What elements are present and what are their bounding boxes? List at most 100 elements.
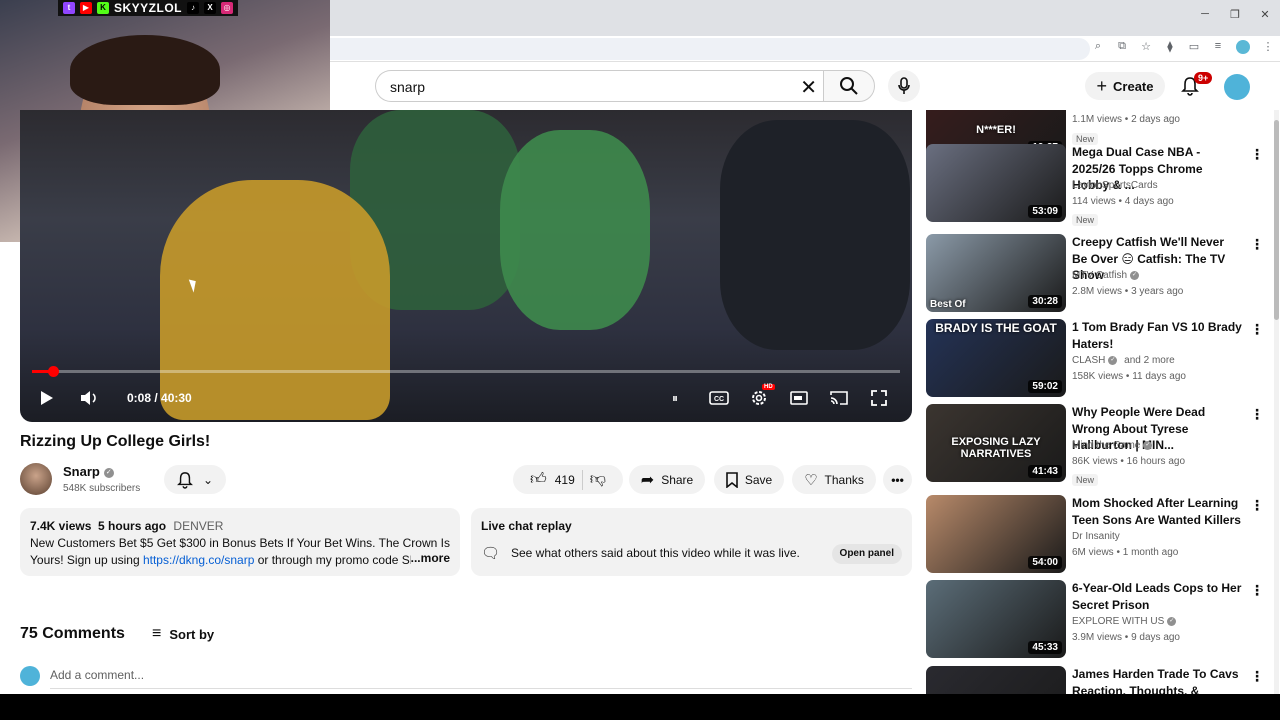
browser-profile-avatar[interactable] <box>1236 40 1250 54</box>
recommendation-title[interactable]: Mom Shocked After Learning Teen Sons Are… <box>1072 495 1242 528</box>
close-window-icon[interactable]: ✕ <box>1250 8 1280 21</box>
channel-avatar[interactable] <box>20 463 52 495</box>
live-chat-heading: Live chat replay <box>481 519 572 533</box>
play-button[interactable] <box>36 386 58 410</box>
location-tag[interactable]: DENVER <box>173 519 223 533</box>
restore-icon[interactable]: ❐ <box>1220 8 1250 21</box>
recommendation-title[interactable]: 1 Tom Brady Fan VS 10 Brady Haters! <box>1072 319 1242 352</box>
dislike-button[interactable]: 👎︎ <box>590 470 606 489</box>
thumbs-down-icon: 👎︎ <box>589 471 606 488</box>
share-button[interactable]: ➦ Share <box>629 465 705 494</box>
super-thanks-icon: ♡ <box>804 471 818 489</box>
video-progress-bar[interactable] <box>32 366 900 377</box>
channel-name[interactable]: MTV Catfish <box>1072 270 1127 281</box>
channel-name[interactable]: Dr Insanity <box>1072 531 1120 542</box>
recommendation-thumbnail[interactable]: EXPOSING LAZY NARRATIVES 41:43 <box>926 404 1066 482</box>
search-input[interactable]: snarp <box>390 79 425 95</box>
recommendation-thumbnail[interactable]: 53:09 <box>926 144 1066 222</box>
recommendation-channel[interactable]: MTV Catfish ✓ <box>1072 270 1140 281</box>
channel-name[interactable]: EXPLORE WITH US <box>1072 616 1164 627</box>
more-vertical-icon[interactable]: ⋮ <box>1250 406 1264 423</box>
video-description[interactable]: 7.4K views 5 hours ago DENVER New Custom… <box>20 508 460 576</box>
recommendation-item[interactable]: 54:00 Mom Shocked After Learning Teen Son… <box>926 495 1266 575</box>
volume-button[interactable] <box>78 386 100 410</box>
add-comment-input[interactable]: Add a comment... <box>50 668 144 682</box>
description-text: New Customers Bet $5 Get $300 in Bonus B… <box>30 535 450 569</box>
recommendation-channel[interactable]: Dr Insanity <box>1072 531 1120 542</box>
miniplayer-button[interactable] <box>788 386 810 410</box>
clear-search-icon[interactable]: ✕ <box>800 75 817 100</box>
promo-link[interactable]: https://dkng.co/snarp <box>143 553 254 567</box>
more-vertical-icon[interactable]: ⋮ <box>1250 582 1264 599</box>
recommendation-title[interactable]: James Harden Trade To Cavs Reaction, Tho… <box>1072 666 1242 694</box>
captions-button[interactable]: CC <box>708 386 730 410</box>
zoom-icon[interactable]: ⌕ <box>1092 40 1104 54</box>
more-vertical-icon[interactable]: ⋮ <box>1250 146 1264 163</box>
recommendation-thumbnail[interactable]: 45:33 <box>926 580 1066 658</box>
more-vertical-icon[interactable]: ⋮ <box>1250 668 1264 685</box>
like-button[interactable]: 👍︎ 419 <box>530 470 575 489</box>
recommendation-channel[interactable]: EXPLORE WITH US ✓ <box>1072 616 1177 627</box>
cast-tab-icon[interactable]: ▭ <box>1188 40 1200 54</box>
comment-input-underline <box>50 688 912 689</box>
browser-toolbar-icons: ⌕ ⧉ ☆ ⧫ ▭ ≡ ⋮ <box>1092 40 1274 54</box>
open-panel-button[interactable]: Open panel <box>831 544 902 564</box>
recommendation-item[interactable]: BRADY IS THE GOAT 59:02 1 Tom Brady Fan VS… <box>926 319 1266 399</box>
more-actions-button[interactable]: ••• <box>883 465 912 494</box>
channel-name[interactable]: Snarp <box>63 464 100 479</box>
minimize-icon[interactable]: ─ <box>1190 8 1220 21</box>
search-button[interactable] <box>823 70 875 102</box>
recommendation-thumbnail[interactable]: BRADY IS THE GOAT 59:02 <box>926 319 1066 397</box>
recommendation-title[interactable]: 6-Year-Old Leads Cops to Her Secret Pris… <box>1072 580 1242 613</box>
save-button[interactable]: Save <box>714 465 784 494</box>
recommendation-item[interactable]: 53:09 Mega Dual Case NBA - 2025/26 Topps … <box>926 144 1266 226</box>
settings-button[interactable]: HD <box>748 384 775 410</box>
subscription-bell-button[interactable]: ⌄ <box>164 465 226 494</box>
more-vertical-icon[interactable]: ⋮ <box>1250 236 1264 253</box>
cast-button[interactable] <box>828 386 850 410</box>
recommendation-thumbnail[interactable] <box>926 666 1066 694</box>
recommendation-item[interactable]: James Harden Trade To Cavs Reaction, Tho… <box>926 666 1266 694</box>
channel-name[interactable]: Mind the Game <box>1072 440 1140 451</box>
fullscreen-button[interactable] <box>868 386 890 410</box>
thanks-button[interactable]: ♡ Thanks <box>792 465 876 494</box>
recommendation-thumbnail[interactable]: 54:00 <box>926 495 1066 573</box>
voice-search-button[interactable] <box>888 70 920 102</box>
install-icon[interactable]: ⧉ <box>1116 40 1128 54</box>
channel-name[interactable]: CLASH <box>1072 355 1105 366</box>
channel-name-row[interactable]: Snarp ✓ <box>63 464 114 479</box>
channel-name[interactable]: 1.1M views • 2 days ago <box>1072 114 1180 125</box>
more-vertical-icon[interactable]: ⋮ <box>1250 321 1264 338</box>
volume-icon <box>81 391 96 405</box>
video-title: Rizzing Up College Girls! <box>20 433 211 450</box>
page-scrollbar[interactable] <box>1274 110 1279 694</box>
browser-menu-icon[interactable]: ⋮ <box>1262 40 1274 54</box>
recommendation-channel[interactable]: LaytonSportsCards <box>1072 180 1158 191</box>
bookmark-star-icon[interactable]: ☆ <box>1140 40 1152 54</box>
more-vertical-icon[interactable]: ⋮ <box>1250 497 1264 514</box>
scrollbar-thumb[interactable] <box>1274 120 1279 320</box>
channel-name[interactable]: LaytonSportsCards <box>1072 180 1158 191</box>
recommendation-channel[interactable]: CLASH ✓ and 2 more <box>1072 355 1175 366</box>
sort-label: Sort by <box>169 626 215 642</box>
extensions-icon[interactable]: ⧫ <box>1164 40 1176 54</box>
recommendation-channel[interactable]: Mind the Game ✓ <box>1072 440 1153 451</box>
create-button[interactable]: + Create <box>1085 72 1165 100</box>
sort-comments-button[interactable]: ≡ Sort by <box>152 625 214 643</box>
recommendation-channel[interactable]: 1.1M views • 2 days ago <box>1072 114 1180 125</box>
recommendation-item[interactable]: 45:33 6-Year-Old Leads Cops to Her Secret… <box>926 580 1266 660</box>
recommendation-thumbnail[interactable]: Best Of 30:28 <box>926 234 1066 312</box>
video-player[interactable]: 0:08 / 40:30 ⏸ CC HD <box>20 110 912 422</box>
autoplay-toggle[interactable]: ⏸ <box>664 386 686 410</box>
url-field[interactable] <box>330 38 1090 60</box>
media-icon[interactable]: ≡ <box>1212 40 1224 54</box>
gear-icon <box>752 391 766 405</box>
account-avatar[interactable] <box>1224 74 1250 100</box>
recommendation-item[interactable]: EXPOSING LAZY NARRATIVES 41:43 Why People … <box>926 404 1266 486</box>
like-dislike-group: 👍︎ 419 👎︎ <box>513 465 623 494</box>
show-more-link[interactable]: ...more <box>410 550 450 567</box>
recommendation-item[interactable]: Best Of 30:28 Creepy Catfish We'll Never B… <box>926 234 1266 314</box>
search-box[interactable]: snarp ✕ <box>375 70 823 102</box>
progress-scrubber[interactable] <box>47 366 59 377</box>
thumbnail-caption: EXPOSING LAZY NARRATIVES <box>951 436 1041 460</box>
